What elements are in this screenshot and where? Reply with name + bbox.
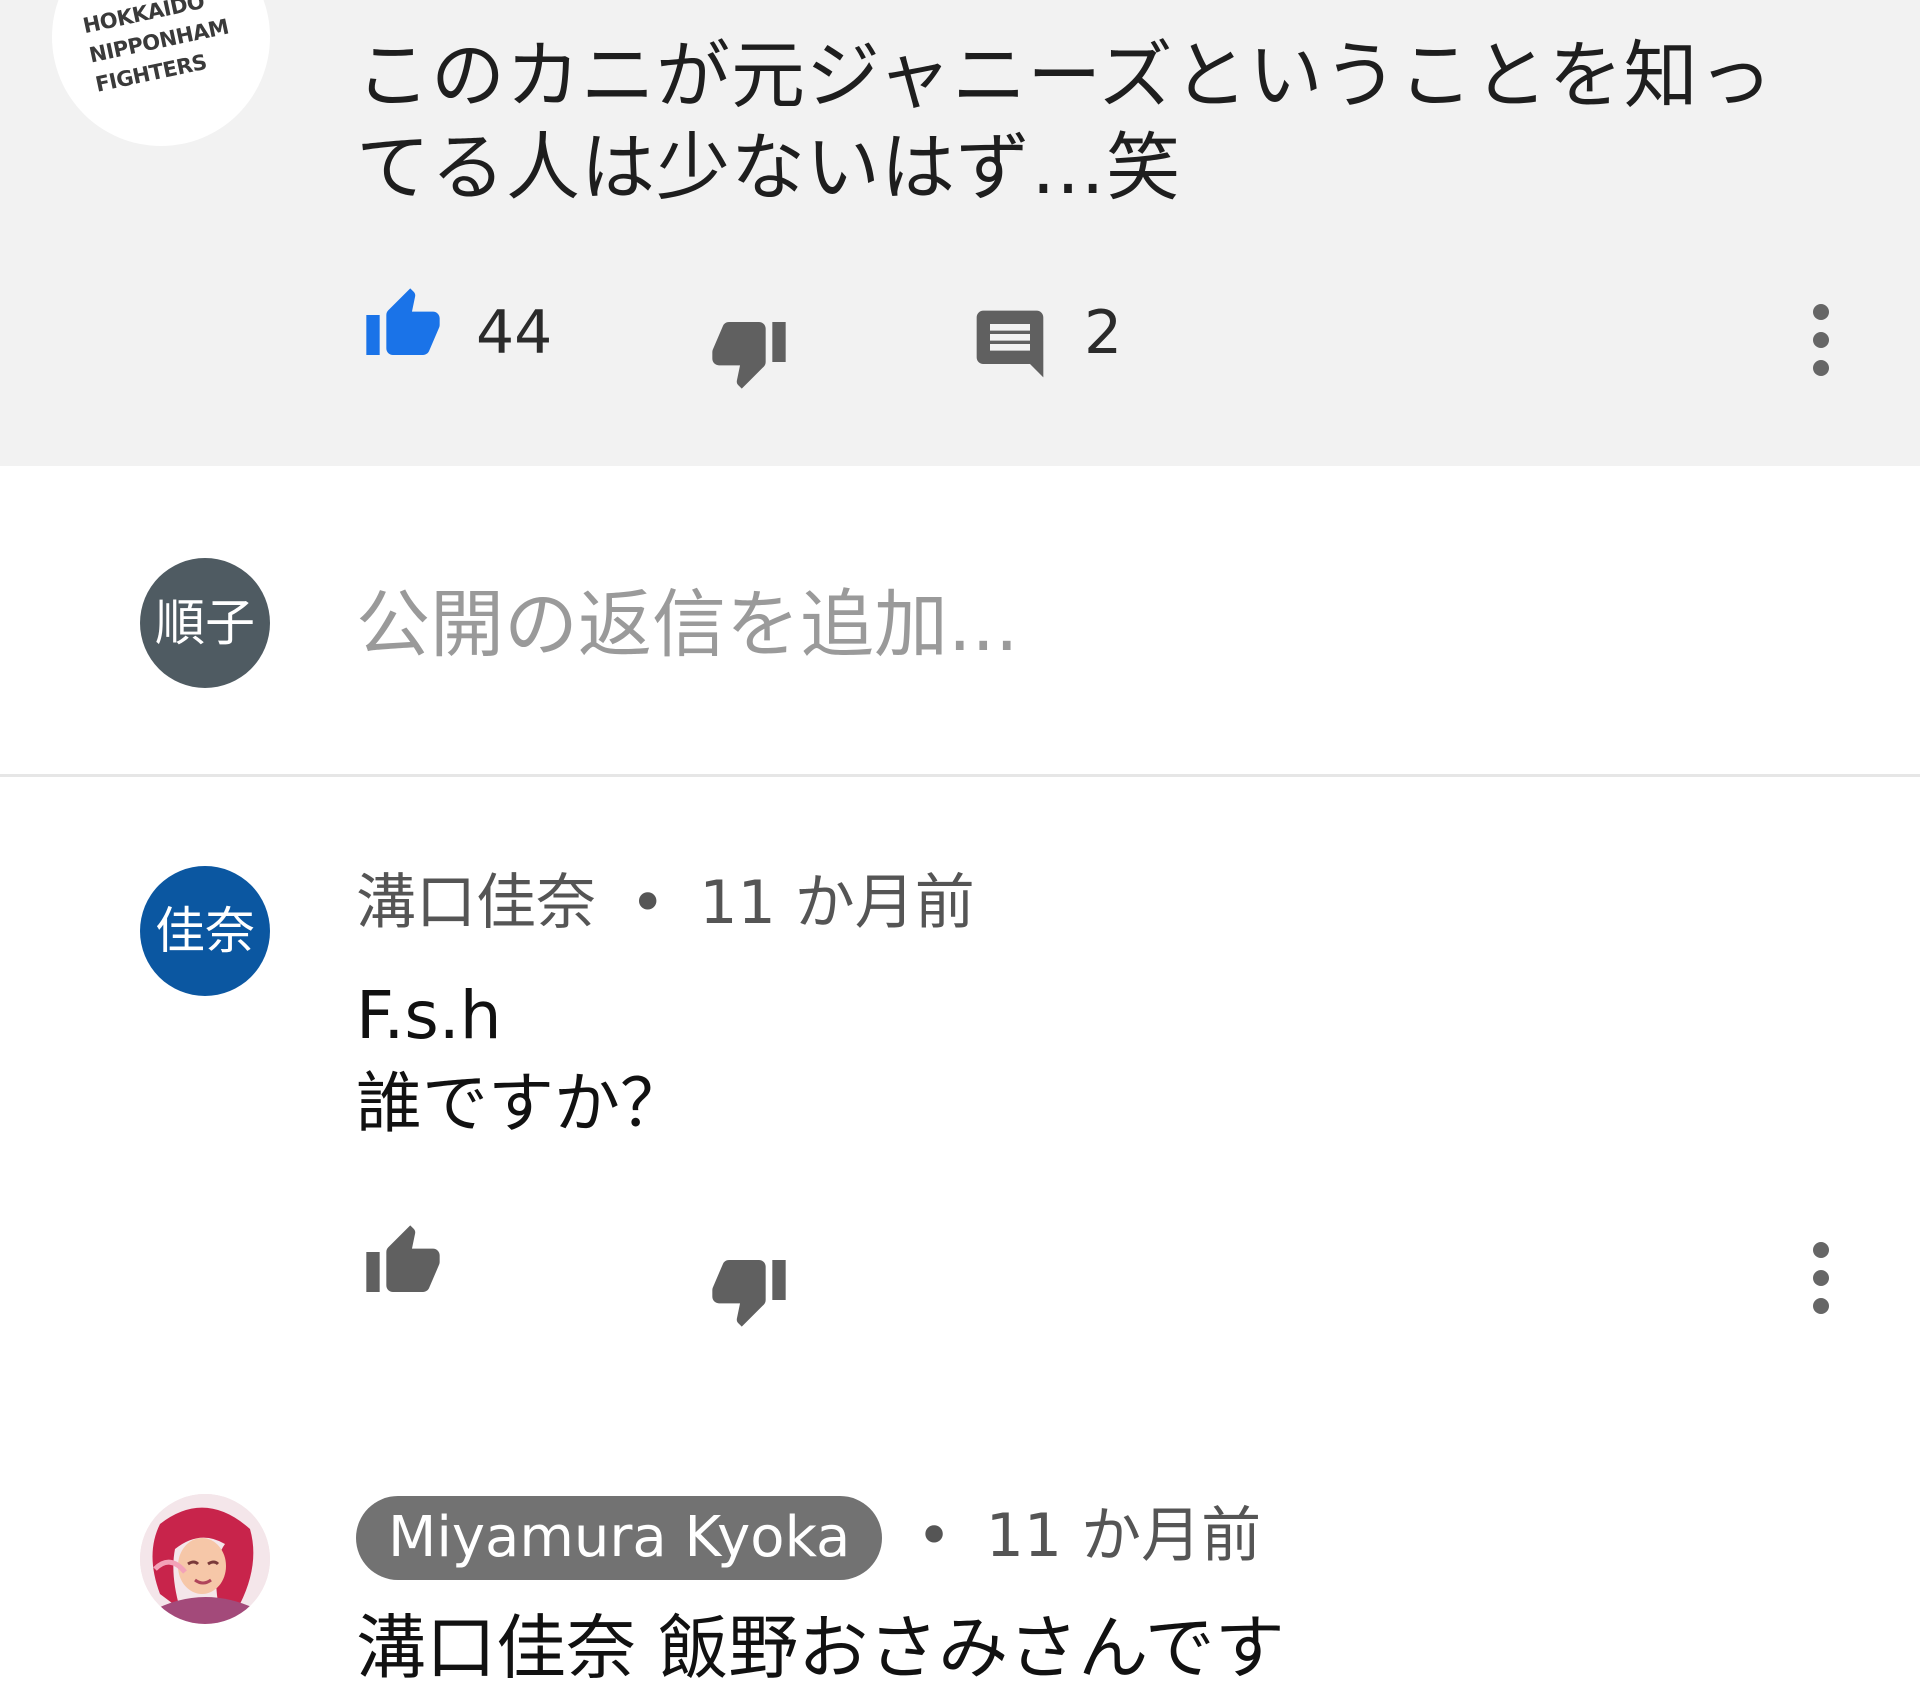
comment-text: 溝口佳奈 飯野おさみさんです bbox=[356, 1607, 1285, 1689]
author-name[interactable]: 溝口佳奈 bbox=[356, 868, 596, 938]
author-name-chip[interactable]: Miyamura Kyoka bbox=[356, 1496, 883, 1580]
separator-dot: • bbox=[630, 868, 666, 938]
more-vert-icon[interactable] bbox=[1798, 1238, 1844, 1318]
thumbs-up-icon[interactable] bbox=[360, 285, 446, 365]
separator-dot: • bbox=[916, 1501, 952, 1571]
thumbs-down-icon[interactable] bbox=[706, 312, 792, 392]
reply-count: 2 bbox=[1084, 298, 1123, 368]
thumbs-up-icon[interactable] bbox=[360, 1222, 446, 1302]
team-logo: HOKKAIDO NIPPONHAM FIGHTERS bbox=[80, 0, 231, 97]
timestamp[interactable]: 11 か月前 bbox=[986, 1501, 1261, 1571]
divider bbox=[0, 774, 1920, 777]
timestamp[interactable]: 11 か月前 bbox=[699, 868, 974, 938]
comment-meta: Miyamura Kyoka • 11 か月前 bbox=[356, 1494, 1261, 1580]
reply-input[interactable] bbox=[356, 580, 1656, 670]
like-count: 44 bbox=[476, 298, 553, 368]
author-avatar[interactable] bbox=[140, 1494, 270, 1624]
user-avatar[interactable]: 順子 bbox=[140, 558, 270, 688]
thumbs-down-icon[interactable] bbox=[706, 1250, 792, 1330]
comment-meta: 溝口佳奈 • 11 か月前 bbox=[356, 868, 975, 938]
comment-text: F.s.h 誰ですか？ bbox=[356, 977, 686, 1142]
comment-icon[interactable] bbox=[970, 304, 1050, 384]
more-vert-icon[interactable] bbox=[1798, 300, 1844, 380]
comment-text: このカニが元ジャニーズということを知っ てる人は少ないはず…笑 bbox=[356, 33, 1774, 211]
author-avatar[interactable]: 佳奈 bbox=[140, 866, 270, 996]
